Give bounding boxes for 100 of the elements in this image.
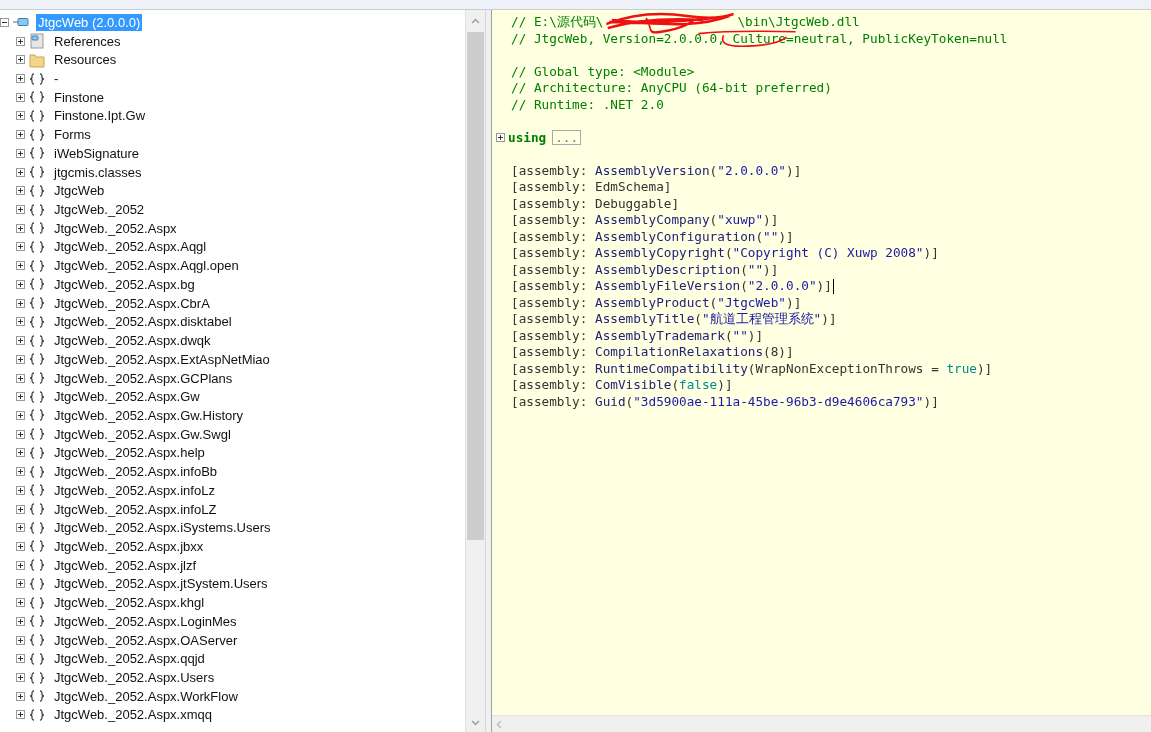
tree-item[interactable]: JtgcWeb._2052.Aspx.OAServer (52, 631, 240, 649)
tree-item[interactable]: JtgcWeb._2052.Aspx.infoBb (52, 463, 220, 481)
expand-icon[interactable] (16, 111, 25, 121)
tree-item[interactable]: Finstone (52, 88, 106, 106)
expand-icon[interactable] (16, 710, 25, 720)
expand-icon[interactable] (16, 598, 25, 608)
tree-item[interactable]: JtgcWeb._2052.Aspx.iSystems.Users (52, 519, 273, 537)
collapse-icon[interactable] (0, 17, 9, 27)
tree-item[interactable]: JtgcWeb._2052.Aspx.help (52, 444, 207, 462)
folder-icon (29, 51, 45, 68)
braces-icon (29, 222, 45, 235)
tree-item[interactable]: JtgcWeb._2052.Aspx.Gw.History (52, 406, 246, 424)
tree-item[interactable]: JtgcWeb._2052.Aspx.jtSystem.Users (52, 575, 270, 593)
code-line: [assembly: AssemblyCompany("xuwp")] (511, 212, 779, 229)
expand-icon[interactable] (16, 205, 25, 215)
expand-icon[interactable] (16, 261, 25, 271)
expand-icon[interactable] (16, 55, 25, 65)
braces-icon (29, 241, 45, 253)
code-line: [assembly: AssemblyTitle("航道工程管理系统")] (511, 311, 837, 328)
code-comment: // Global type: <Module> (511, 63, 695, 80)
tree-item[interactable]: Finstone.Ipt.Gw (52, 107, 148, 125)
tree-item[interactable]: - (52, 70, 61, 87)
tree-item[interactable]: JtgcWeb._2052.Aspx.qqjd (52, 650, 207, 668)
expand-icon[interactable] (16, 74, 25, 83)
braces-icon (29, 278, 45, 291)
tree-item[interactable]: JtgcWeb._2052.Aspx.jlzf (52, 556, 199, 574)
braces-icon (29, 203, 45, 216)
tree-item[interactable]: JtgcWeb._2052.Aspx (52, 219, 179, 237)
tree-item[interactable]: JtgcWeb._2052.Aspx.WorkFlow (52, 687, 240, 705)
expand-icon[interactable] (16, 467, 25, 477)
expand-icon[interactable] (16, 167, 25, 177)
tree-item[interactable]: JtgcWeb._2052.Aspx.infoLz (52, 481, 217, 499)
tree-item[interactable]: JtgcWeb._2052.Aspx.jbxx (52, 538, 206, 555)
expand-icon[interactable] (16, 354, 25, 364)
braces-icon (29, 634, 45, 647)
tree-item[interactable]: References (52, 32, 123, 50)
expand-icon[interactable] (16, 130, 25, 140)
tree-item[interactable]: JtgcWeb._2052.Aspx.Gw.Swgl (52, 425, 233, 443)
expand-icon[interactable] (16, 92, 25, 102)
expand-icon[interactable] (16, 691, 25, 701)
expand-icon[interactable] (16, 186, 25, 196)
tree-item[interactable]: JtgcWeb._2052 (52, 201, 147, 219)
expand-icon[interactable] (16, 410, 25, 420)
tree-item[interactable]: JtgcWeb._2052.Aspx.dwqk (52, 332, 213, 350)
expand-icon[interactable] (16, 36, 25, 46)
expand-icon[interactable] (16, 523, 25, 533)
tree-item[interactable]: JtgcWeb._2052.Aspx.ExtAspNetMiao (52, 350, 272, 368)
tree-item[interactable]: JtgcWeb._2052.Aspx.disktabel (52, 313, 234, 331)
tree-item[interactable]: JtgcWeb._2052.Aspx.bg (52, 275, 197, 293)
expand-icon[interactable] (16, 336, 25, 346)
expand-icon[interactable] (16, 279, 25, 289)
tree-item[interactable]: JtgcWeb._2052.Aspx.khgl (52, 594, 207, 612)
expand-icon[interactable] (16, 542, 25, 551)
tree-item[interactable]: JtgcWeb._2052.Aspx.Aqgl (52, 238, 209, 256)
collapsed-block[interactable]: ... (552, 130, 582, 146)
code-line: [assembly: AssemblyProduct("JtgcWeb")] (511, 294, 802, 311)
expand-icon[interactable] (16, 654, 25, 664)
tree-item[interactable]: JtgcWeb._2052.Aspx.infoLZ (52, 500, 219, 518)
expand-icon[interactable] (16, 673, 25, 682)
code-keyword: using (508, 129, 547, 146)
expand-icon[interactable] (16, 635, 25, 645)
braces-icon (29, 446, 45, 459)
expand-icon[interactable] (16, 448, 25, 458)
braces-icon (29, 334, 45, 347)
braces-icon (29, 184, 45, 197)
tree-item[interactable]: JtgcWeb._2052.Aspx.Aqgl.open (52, 257, 241, 275)
expand-icon[interactable] (16, 560, 25, 570)
tree-item[interactable]: JtgcWeb._2052.Aspx.xmqq (52, 706, 214, 724)
expand-icon[interactable] (16, 392, 25, 402)
tree-item[interactable]: JtgcWeb._2052.Aspx.GCPlans (52, 369, 235, 387)
braces-icon (29, 465, 45, 478)
expand-icon[interactable] (16, 373, 25, 383)
expand-icon[interactable] (16, 223, 25, 233)
tree-item[interactable]: JtgcWeb._2052.Aspx.CbrA (52, 294, 212, 312)
tree-item[interactable]: JtgcWeb (52, 182, 107, 200)
braces-icon (29, 708, 45, 721)
expand-icon[interactable] (16, 148, 25, 158)
braces-icon (29, 503, 45, 516)
tree-item[interactable]: Forms (52, 126, 93, 144)
expand-icon[interactable] (16, 317, 25, 327)
expand-icon[interactable] (16, 579, 25, 589)
expand-icon[interactable] (16, 429, 25, 439)
expand-icon[interactable] (16, 616, 25, 626)
tree-item[interactable]: JtgcWeb._2052.Aspx.Users (52, 669, 217, 686)
braces-icon (29, 559, 45, 572)
expand-icon[interactable] (16, 504, 25, 514)
tree-item[interactable]: iWebSignature (52, 144, 142, 162)
expand-icon[interactable] (16, 298, 25, 308)
code-line: [assembly: AssemblyDescription("")] (511, 261, 779, 278)
scrollbar[interactable] (465, 10, 485, 732)
expand-icon[interactable] (496, 133, 505, 143)
tree-item[interactable]: JtgcWeb._2052.Aspx.LoginMes (52, 612, 239, 630)
braces-icon (29, 109, 45, 122)
scrollbar-thumb[interactable] (467, 32, 484, 540)
expand-icon[interactable] (16, 242, 25, 252)
tree-item[interactable]: JtgcWeb._2052.Aspx.Gw (52, 388, 202, 406)
tree-item[interactable]: Resources (52, 51, 119, 69)
expand-icon[interactable] (16, 485, 25, 495)
horizontal-scrollbar[interactable] (492, 715, 1151, 732)
tree-item[interactable]: jtgcmis.classes (52, 163, 144, 181)
